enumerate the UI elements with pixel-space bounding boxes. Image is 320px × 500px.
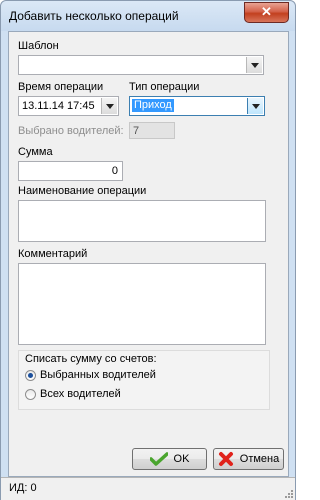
chevron-down-icon: [251, 103, 260, 109]
template-label: Шаблон: [18, 40, 59, 52]
type-combobox[interactable]: Приход: [129, 96, 265, 116]
comment-label: Комментарий: [18, 248, 88, 260]
type-label: Тип операции: [129, 81, 200, 93]
resize-grip-icon[interactable]: [283, 488, 293, 498]
time-picker[interactable]: 13.11.14 17:45: [18, 96, 119, 116]
radio-all-drivers[interactable]: Всех водителей: [25, 388, 121, 400]
status-bar: ИД: 0: [1, 477, 295, 500]
radio-button[interactable]: [25, 388, 36, 400]
ok-button[interactable]: OK: [132, 448, 207, 470]
template-combobox[interactable]: [18, 55, 264, 75]
status-id: ИД: 0: [9, 482, 37, 494]
chevron-down-icon: [105, 103, 114, 109]
dialog-window: Добавить несколько операций ✕ Шаблон Вре…: [0, 0, 296, 500]
cancel-button[interactable]: Отмена: [213, 448, 284, 470]
close-button[interactable]: ✕: [244, 2, 289, 23]
amount-value: 0: [111, 165, 118, 177]
ok-label: OK: [173, 453, 190, 465]
title-bar[interactable]: Добавить несколько операций ✕: [1, 1, 295, 31]
dialog-body: Шаблон Время операции 13.11.14 17:45 Тип…: [8, 31, 289, 477]
window-title: Добавить несколько операций: [9, 9, 179, 23]
type-dropdown-button[interactable]: [247, 98, 263, 114]
group-title: Списать сумму со счетов:: [25, 353, 157, 365]
cancel-label: Отмена: [239, 453, 280, 465]
amount-field[interactable]: 0: [18, 161, 123, 181]
drivers-count-field: 7: [129, 122, 175, 139]
radio-label: Выбранных водителей: [40, 369, 156, 381]
time-label: Время операции: [18, 81, 104, 93]
time-value: 13.11.14 17:45: [22, 100, 95, 112]
type-value: Приход: [132, 99, 174, 112]
radio-selected-drivers[interactable]: Выбранных водителей: [25, 369, 156, 381]
drivers-count-value: 7: [133, 125, 140, 137]
red-x-icon: [218, 452, 233, 466]
time-dropdown-button[interactable]: [101, 98, 117, 114]
debit-accounts-group: Списать сумму со счетов: Выбранных водит…: [18, 350, 270, 410]
drivers-label: Выбрано водителей:: [18, 125, 124, 137]
amount-label: Сумма: [18, 146, 53, 158]
close-icon: ✕: [261, 4, 272, 19]
chevron-down-icon: [250, 62, 259, 68]
checkmark-icon: [149, 452, 168, 466]
radio-label: Всех водителей: [40, 388, 121, 400]
comment-field[interactable]: [18, 263, 266, 345]
radio-button-checked[interactable]: [25, 369, 36, 381]
operation-name-field[interactable]: [18, 200, 266, 242]
template-dropdown-button[interactable]: [246, 57, 262, 73]
operation-name-label: Наименование операции: [18, 185, 147, 197]
